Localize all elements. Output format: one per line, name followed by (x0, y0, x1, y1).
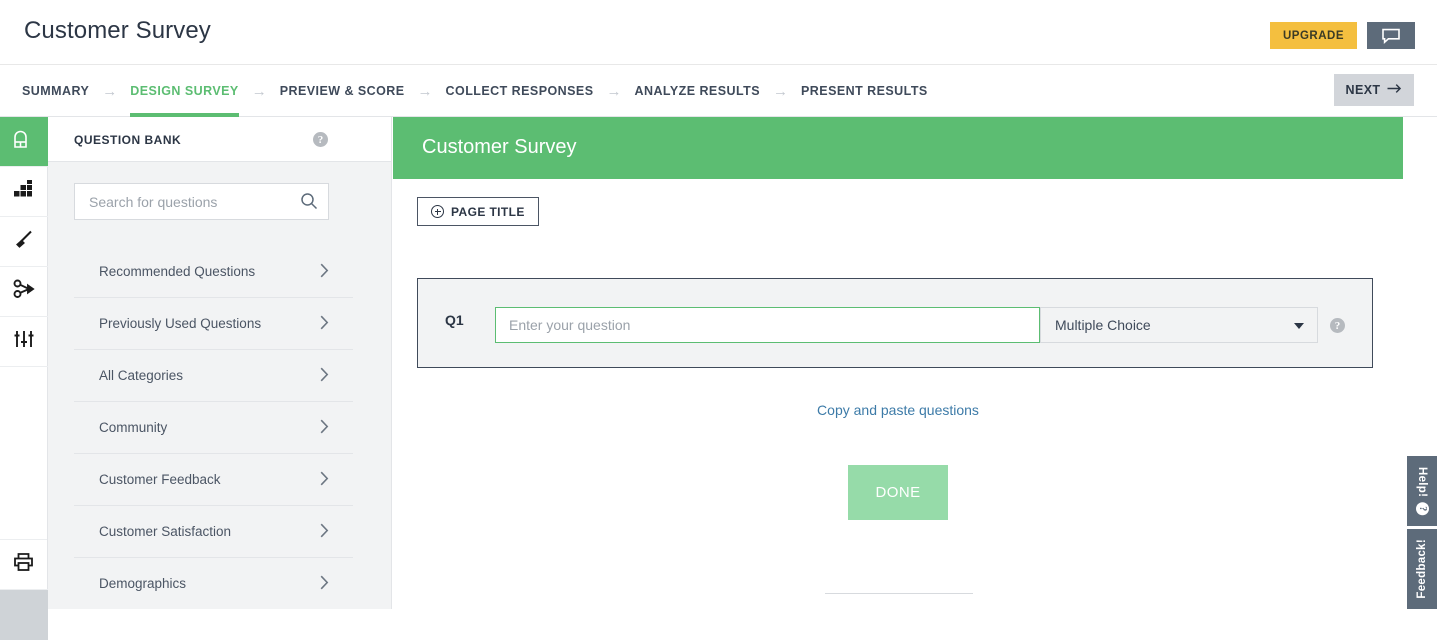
survey-banner-title: Customer Survey (422, 136, 577, 158)
page-title: Customer Survey (24, 17, 211, 44)
sliders-options-icon (13, 329, 35, 354)
question-bank-title: QUESTION BANK (74, 133, 182, 147)
tab-summary[interactable]: SUMMARY (22, 65, 89, 117)
tab-separator-arrow-icon: → (102, 82, 118, 100)
paintbrush-icon (13, 229, 35, 255)
category-item-label: Demographics (99, 576, 187, 591)
tab-design-survey[interactable]: DESIGN SURVEY (130, 65, 240, 117)
rail-item-build[interactable] (0, 167, 48, 217)
rail-item-logic[interactable] (0, 267, 48, 317)
category-item[interactable]: All Categories (74, 350, 353, 402)
help-icon[interactable]: ? (313, 132, 328, 147)
logic-branch-icon (13, 279, 36, 304)
arrow-right-icon (1387, 83, 1402, 97)
category-item-label: Recommended Questions (99, 264, 256, 279)
tab-collect-responses[interactable]: COLLECT RESPONSES (446, 65, 594, 117)
copy-paste-questions-link[interactable]: Copy and paste questions (393, 402, 1403, 418)
printer-icon (13, 552, 35, 577)
add-page-title-button[interactable]: PAGE TITLE (417, 197, 539, 226)
content-divider (825, 593, 973, 594)
category-list: Recommended Questions Previously Used Que… (48, 246, 392, 609)
next-label: NEXT (1345, 83, 1381, 97)
chevron-right-icon (320, 419, 329, 439)
side-tabs: ? Help! Feedback! (1407, 456, 1437, 612)
tab-separator-arrow-icon: → (606, 82, 622, 100)
survey-editor: Customer Survey PAGE TITLE Q1 Multiple C… (393, 117, 1437, 609)
next-button[interactable]: NEXT (1334, 74, 1414, 106)
help-tab-label: Help! (1416, 466, 1428, 498)
category-item[interactable]: Community (74, 402, 353, 454)
category-item[interactable]: Recommended Questions (74, 246, 353, 298)
rail-item-design[interactable] (0, 217, 48, 267)
category-item[interactable]: Customer Satisfaction (74, 506, 353, 558)
question-type-select[interactable]: Multiple Choice (1040, 307, 1318, 343)
workflow-tabs: SUMMARY → DESIGN SURVEY → PREVIEW & SCORE → CO… (22, 65, 928, 117)
app-header: Customer Survey UPGRADE (0, 0, 1437, 65)
chat-button[interactable] (1367, 22, 1415, 49)
done-button[interactable]: DONE (848, 465, 948, 520)
search-icon[interactable] (300, 192, 318, 215)
question-text-input[interactable] (495, 307, 1040, 343)
tab-separator-arrow-icon: → (417, 82, 433, 100)
category-item-label: Customer Satisfaction (99, 524, 232, 539)
search-input[interactable] (75, 184, 295, 219)
category-item-label: Community (99, 420, 168, 435)
tab-analyze-results[interactable]: ANALYZE RESULTS (635, 65, 761, 117)
rail-item-selected-bottom[interactable] (0, 590, 48, 640)
upgrade-button[interactable]: UPGRADE (1270, 22, 1357, 49)
question-bank-header: QUESTION BANK ? (48, 117, 391, 162)
tab-separator-arrow-icon: → (251, 82, 267, 100)
category-item[interactable]: Customer Feedback (74, 454, 353, 506)
chevron-right-icon (320, 315, 329, 335)
question-help-icon[interactable]: ? (1330, 318, 1345, 333)
blocks-grid-icon (13, 179, 35, 204)
tab-preview-score[interactable]: PREVIEW & SCORE (280, 65, 405, 117)
rail-item-question-bank[interactable] (0, 117, 48, 167)
help-icon: ? (1415, 502, 1429, 516)
rail-spacer (0, 367, 47, 540)
question-bank-panel: QUESTION BANK ? Recommended Questions Pre… (48, 117, 406, 609)
page-title-button-label: PAGE TITLE (451, 204, 525, 219)
chevron-right-icon (320, 471, 329, 491)
chevron-down-icon (1294, 323, 1304, 329)
tool-rail (0, 117, 48, 640)
plus-circle-icon (431, 205, 444, 218)
tab-present-results[interactable]: PRESENT RESULTS (801, 65, 928, 117)
question-card: Q1 Multiple Choice ? (417, 278, 1373, 368)
feedback-tab[interactable]: Feedback! (1407, 529, 1437, 609)
category-item-label: All Categories (99, 368, 184, 383)
chevron-right-icon (320, 523, 329, 543)
question-type-value: Multiple Choice (1055, 317, 1151, 333)
tab-separator-arrow-icon: → (773, 82, 789, 100)
chevron-right-icon (320, 263, 329, 283)
feedback-tab-label: Feedback! (1416, 539, 1428, 599)
speech-bubble-icon (1381, 27, 1401, 44)
question-bank-toolbox-icon (13, 129, 35, 154)
workflow-tabbar: SUMMARY → DESIGN SURVEY → PREVIEW & SCORE → CO… (0, 65, 1437, 117)
chevron-right-icon (320, 367, 329, 387)
category-item-label: Previously Used Questions (99, 316, 262, 331)
question-number: Q1 (445, 312, 464, 328)
category-item-label: Customer Feedback (99, 472, 221, 487)
category-item[interactable]: Demographics (74, 558, 353, 609)
survey-banner: Customer Survey (393, 117, 1403, 179)
rail-item-print[interactable] (0, 540, 48, 590)
category-item[interactable]: Previously Used Questions (74, 298, 353, 350)
help-tab[interactable]: ? Help! (1407, 456, 1437, 526)
search-box (74, 183, 329, 220)
chevron-right-icon (320, 575, 329, 595)
rail-item-options[interactable] (0, 317, 48, 367)
